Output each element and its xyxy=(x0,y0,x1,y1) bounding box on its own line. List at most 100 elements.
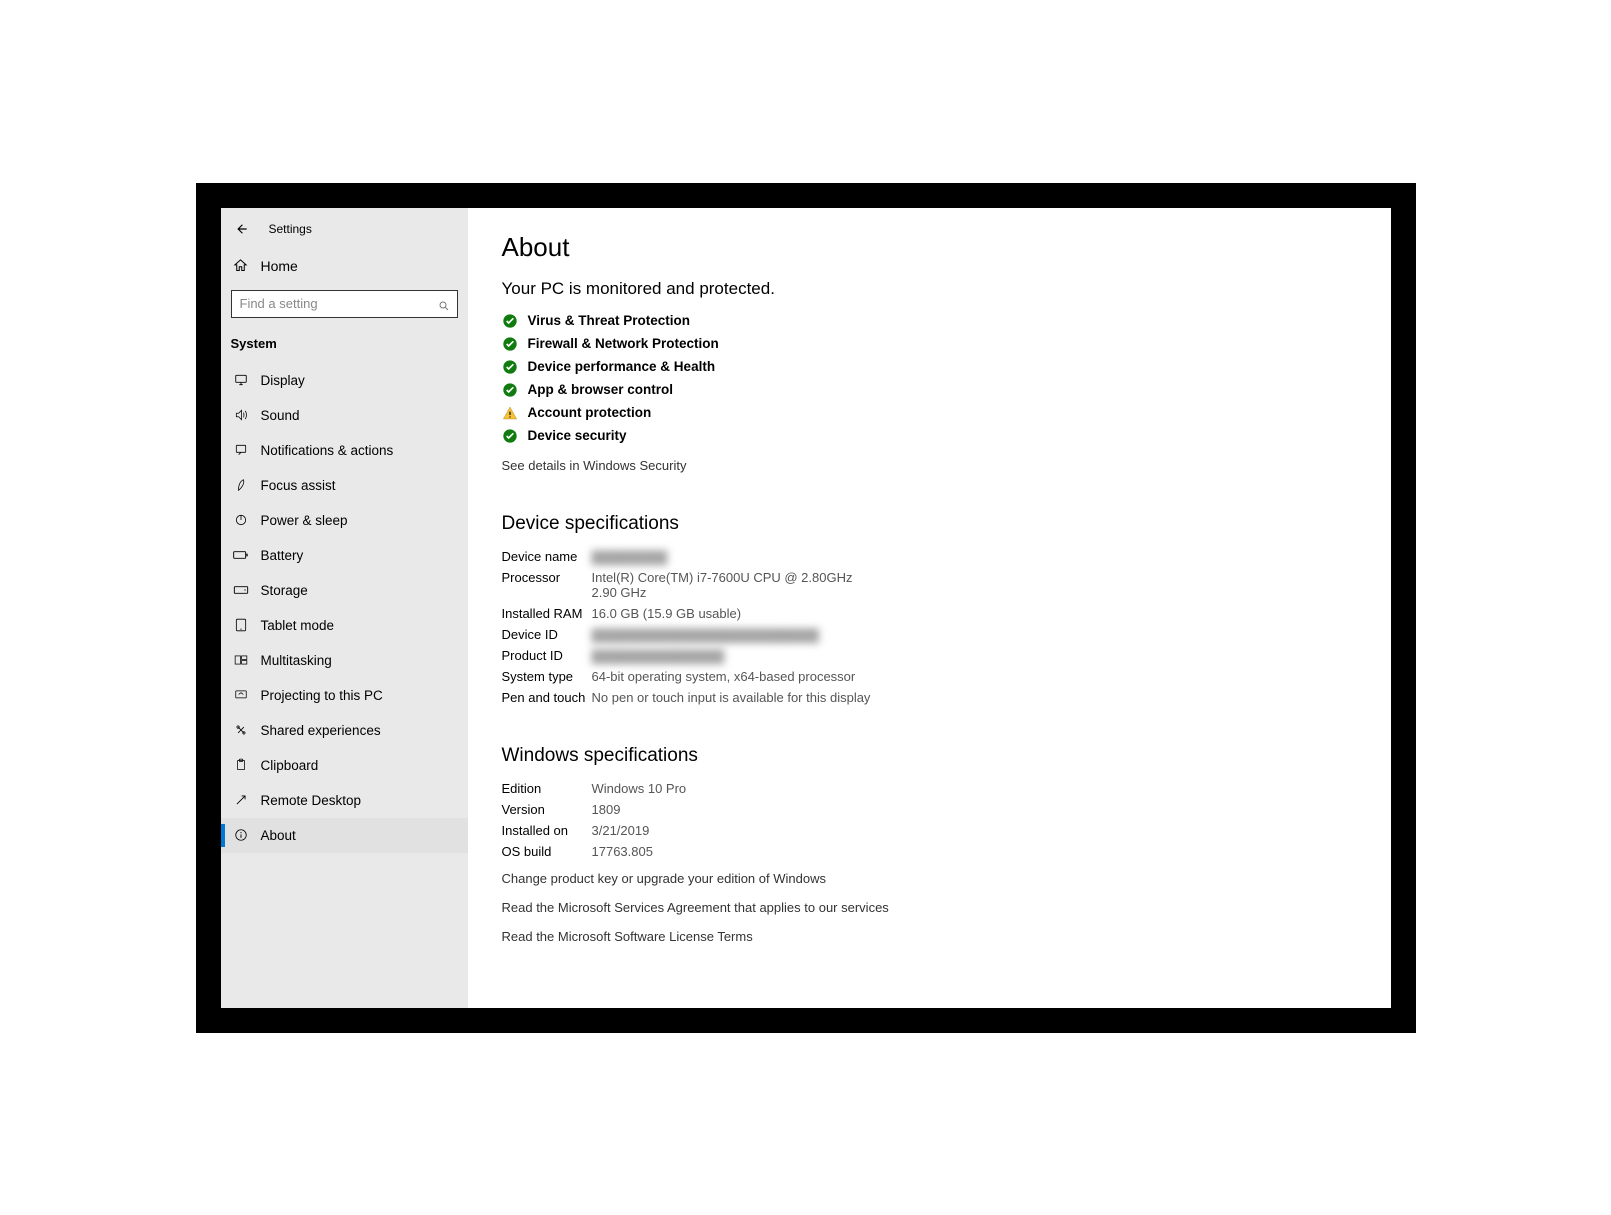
nav-item-focus[interactable]: Focus assist xyxy=(221,468,468,503)
nav-item-label: Power & sleep xyxy=(261,513,348,528)
spec-value: 1809 xyxy=(592,802,621,817)
nav-item-label: Storage xyxy=(261,583,308,598)
settings-window: Settings Home System Display Sound Notif… xyxy=(221,208,1391,1008)
nav-list: Display Sound Notifications & actions Fo… xyxy=(221,363,468,853)
nav-item-shared[interactable]: Shared experiences xyxy=(221,713,468,748)
nav-home[interactable]: Home xyxy=(221,248,468,284)
services-agreement-link[interactable]: Read the Microsoft Services Agreement th… xyxy=(502,900,1357,915)
nav-item-label: Shared experiences xyxy=(261,723,381,738)
battery-icon xyxy=(233,550,249,560)
sound-icon xyxy=(233,408,249,422)
nav-item-label: Display xyxy=(261,373,305,388)
page-title: About xyxy=(502,232,1357,263)
shared-icon xyxy=(233,723,249,737)
check-icon xyxy=(502,359,518,375)
spec-row-pen-touch: Pen and touch No pen or touch input is a… xyxy=(502,690,1357,705)
home-icon xyxy=(233,258,249,273)
spec-value: ▓▓▓▓▓▓▓▓▓▓▓▓▓▓ xyxy=(592,648,725,663)
nav-item-storage[interactable]: Storage xyxy=(221,573,468,608)
nav-item-projecting[interactable]: Projecting to this PC xyxy=(221,678,468,713)
protection-label: App & browser control xyxy=(528,382,674,397)
spec-label: Pen and touch xyxy=(502,690,592,705)
sidebar: Settings Home System Display Sound Notif… xyxy=(221,208,468,1008)
multitasking-icon xyxy=(233,653,249,667)
spec-label: System type xyxy=(502,669,592,684)
change-product-key-link[interactable]: Change product key or upgrade your editi… xyxy=(502,871,1357,886)
device-specs-section: Device specifications Device name ▓▓▓▓▓▓… xyxy=(502,513,1357,705)
nav-item-clipboard[interactable]: Clipboard xyxy=(221,748,468,783)
info-icon xyxy=(233,828,249,842)
nav-item-label: Focus assist xyxy=(261,478,336,493)
spec-label: Version xyxy=(502,802,592,817)
window-frame: Settings Home System Display Sound Notif… xyxy=(196,183,1416,1033)
see-details-link[interactable]: See details in Windows Security xyxy=(502,458,1357,473)
nav-item-power[interactable]: Power & sleep xyxy=(221,503,468,538)
check-icon xyxy=(502,428,518,444)
windows-specs-section: Windows specifications Edition Windows 1… xyxy=(502,745,1357,944)
spec-row-os-build: OS build 17763.805 xyxy=(502,844,1357,859)
protection-label: Firewall & Network Protection xyxy=(528,336,719,351)
search-icon xyxy=(438,300,450,312)
search-input[interactable] xyxy=(231,290,458,318)
protection-label: Device performance & Health xyxy=(528,359,716,374)
spec-value: Windows 10 Pro xyxy=(592,781,687,796)
nav-item-display[interactable]: Display xyxy=(221,363,468,398)
protection-list: Virus & Threat Protection Firewall & Net… xyxy=(502,313,1357,444)
spec-value: 17763.805 xyxy=(592,844,653,859)
spec-row-processor: Processor Intel(R) Core(TM) i7-7600U CPU… xyxy=(502,570,1357,600)
spec-row-device-name: Device name ▓▓▓▓▓▓▓▓ xyxy=(502,549,1357,564)
spec-row-ram: Installed RAM 16.0 GB (15.9 GB usable) xyxy=(502,606,1357,621)
protection-label: Account protection xyxy=(528,405,652,420)
spec-value: No pen or touch input is available for t… xyxy=(592,690,871,705)
nav-home-label: Home xyxy=(261,258,298,274)
spec-row-version: Version 1809 xyxy=(502,802,1357,817)
back-button[interactable] xyxy=(231,220,253,238)
spec-label: Installed RAM xyxy=(502,606,592,621)
protection-label: Virus & Threat Protection xyxy=(528,313,691,328)
display-icon xyxy=(233,373,249,387)
warning-icon xyxy=(502,405,518,421)
nav-item-label: Tablet mode xyxy=(261,618,335,633)
nav-item-about[interactable]: About xyxy=(221,818,468,853)
spec-value: ▓▓▓▓▓▓▓▓ xyxy=(592,549,668,564)
nav-item-battery[interactable]: Battery xyxy=(221,538,468,573)
main-content: About Your PC is monitored and protected… xyxy=(468,208,1391,1008)
spec-row-system-type: System type 64-bit operating system, x64… xyxy=(502,669,1357,684)
spec-value: 16.0 GB (15.9 GB usable) xyxy=(592,606,742,621)
spec-label: OS build xyxy=(502,844,592,859)
bottom-links: Change product key or upgrade your editi… xyxy=(502,871,1357,944)
nav-item-label: About xyxy=(261,828,296,843)
nav-item-remote[interactable]: Remote Desktop xyxy=(221,783,468,818)
nav-item-multitasking[interactable]: Multitasking xyxy=(221,643,468,678)
nav-item-label: Remote Desktop xyxy=(261,793,362,808)
nav-item-tablet[interactable]: Tablet mode xyxy=(221,608,468,643)
spec-value: ▓▓▓▓▓▓▓▓▓▓▓▓▓▓▓▓▓▓▓▓▓▓▓▓ xyxy=(592,627,819,642)
window-title: Settings xyxy=(269,222,312,236)
protection-item-app-browser: App & browser control xyxy=(502,382,1357,398)
check-icon xyxy=(502,313,518,329)
storage-icon xyxy=(233,585,249,595)
spec-row-product-id: Product ID ▓▓▓▓▓▓▓▓▓▓▓▓▓▓ xyxy=(502,648,1357,663)
remote-icon xyxy=(233,793,249,807)
spec-row-installed-on: Installed on 3/21/2019 xyxy=(502,823,1357,838)
search-container xyxy=(221,284,468,328)
power-icon xyxy=(233,513,249,527)
nav-item-sound[interactable]: Sound xyxy=(221,398,468,433)
protection-item-firewall: Firewall & Network Protection xyxy=(502,336,1357,352)
license-terms-link[interactable]: Read the Microsoft Software License Term… xyxy=(502,929,1357,944)
protection-item-account: Account protection xyxy=(502,405,1357,421)
nav-item-label: Projecting to this PC xyxy=(261,688,383,703)
protection-item-virus: Virus & Threat Protection xyxy=(502,313,1357,329)
spec-label: Edition xyxy=(502,781,592,796)
spec-value: Intel(R) Core(TM) i7-7600U CPU @ 2.80GHz… xyxy=(592,570,872,600)
notifications-icon xyxy=(233,443,249,457)
nav-item-label: Sound xyxy=(261,408,300,423)
protection-label: Device security xyxy=(528,428,627,443)
tablet-icon xyxy=(233,618,249,632)
nav-item-label: Battery xyxy=(261,548,304,563)
nav-item-notifications[interactable]: Notifications & actions xyxy=(221,433,468,468)
nav-item-label: Clipboard xyxy=(261,758,319,773)
nav-item-label: Multitasking xyxy=(261,653,332,668)
clipboard-icon xyxy=(233,758,249,772)
protection-item-device-security: Device security xyxy=(502,428,1357,444)
